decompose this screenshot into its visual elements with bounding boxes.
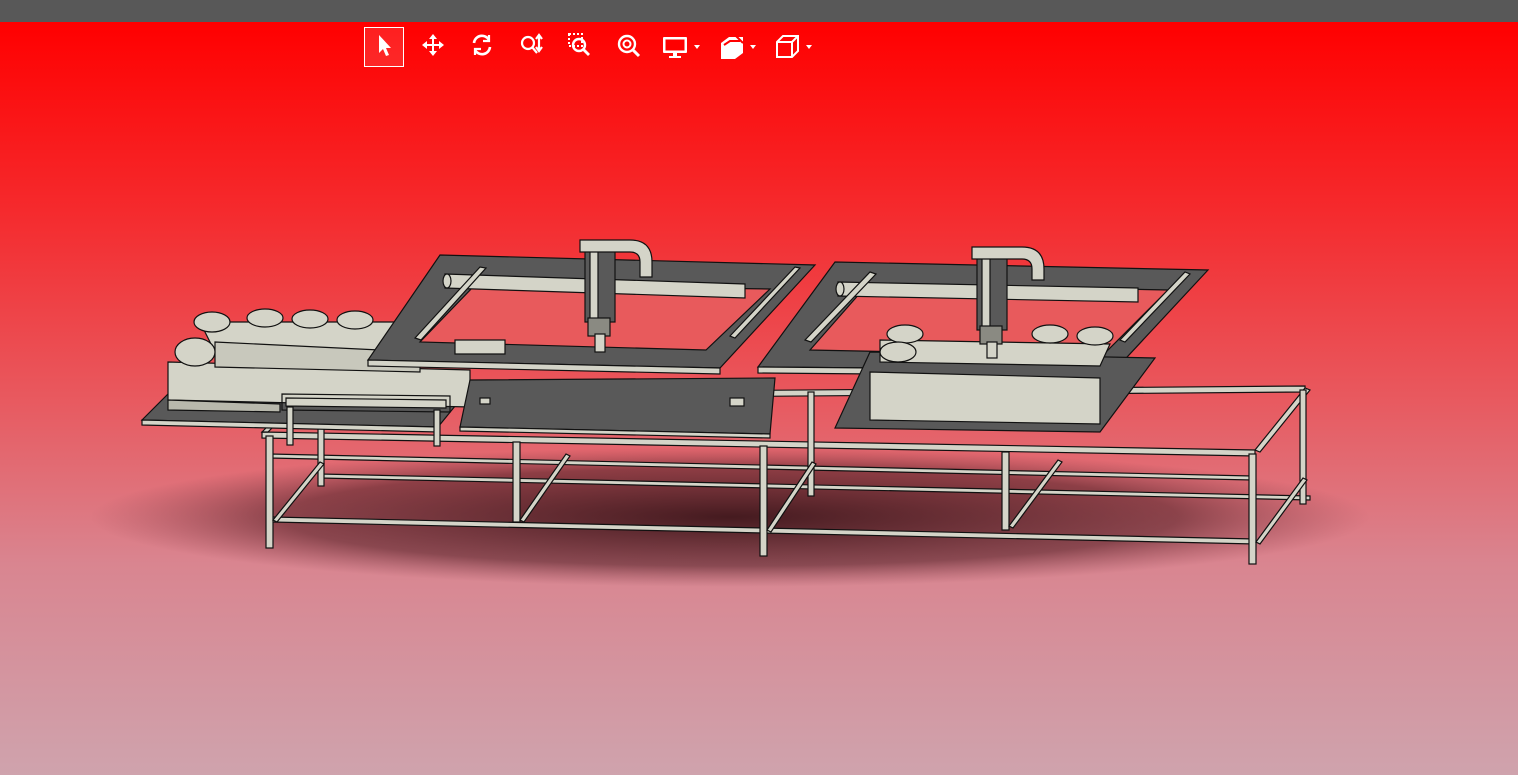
zoom-updown-button[interactable] bbox=[511, 27, 551, 67]
chevron-down-icon bbox=[694, 45, 700, 49]
title-bar bbox=[0, 0, 1518, 22]
rotate-button[interactable] bbox=[462, 27, 502, 67]
pointer-arrow-icon bbox=[371, 32, 397, 63]
view-toolbar bbox=[364, 27, 826, 67]
select-button[interactable] bbox=[364, 27, 404, 67]
3d-viewport[interactable] bbox=[0, 22, 1518, 775]
section-view-dropdown[interactable] bbox=[714, 27, 756, 67]
display-mode-dropdown[interactable] bbox=[658, 27, 700, 67]
pan-button[interactable] bbox=[413, 27, 453, 67]
cube-icon bbox=[770, 27, 804, 67]
monitor-icon bbox=[658, 27, 692, 67]
rotate-icon bbox=[469, 32, 495, 63]
right-gantry bbox=[756, 246, 1210, 433]
standard-views-dropdown[interactable] bbox=[770, 27, 812, 67]
move-arrows-icon bbox=[420, 32, 446, 63]
zoom-fit-button[interactable] bbox=[609, 27, 649, 67]
chevron-down-icon bbox=[750, 45, 756, 49]
section-view-icon bbox=[714, 27, 748, 67]
left-gantry bbox=[366, 239, 817, 375]
zoom-window-button[interactable] bbox=[560, 27, 600, 67]
zoom-updown-icon bbox=[518, 32, 544, 63]
cad-model bbox=[90, 239, 1370, 587]
chevron-down-icon bbox=[806, 45, 812, 49]
zoom-fit-icon bbox=[616, 32, 642, 63]
center-plate bbox=[459, 377, 776, 439]
zoom-window-icon bbox=[567, 32, 593, 63]
